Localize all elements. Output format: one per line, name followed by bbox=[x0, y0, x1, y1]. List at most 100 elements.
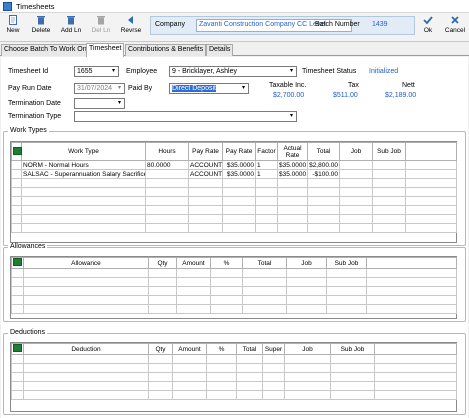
timesheet-status-value: Initialized bbox=[369, 68, 399, 75]
table-row[interactable]: SALSAC - Superannuation Salary Sacrifice… bbox=[11, 169, 457, 179]
ok-button[interactable]: Ok bbox=[418, 14, 438, 41]
excel-icon[interactable] bbox=[13, 146, 22, 155]
trash-icon bbox=[37, 16, 45, 25]
table-row[interactable] bbox=[11, 187, 457, 197]
allowances-title: Allowances bbox=[8, 243, 48, 250]
checkmark-icon bbox=[423, 16, 433, 25]
reverse-arrow-icon bbox=[128, 16, 133, 24]
chevron-down-icon: ▾ bbox=[241, 85, 245, 91]
table-row[interactable] bbox=[11, 205, 457, 215]
col-allowance: Allowance bbox=[23, 257, 149, 269]
title-bar: Timesheets bbox=[0, 0, 469, 13]
tab-contributions-benefits[interactable]: Contributions & Benefits bbox=[125, 44, 207, 56]
trash-add-icon bbox=[67, 16, 75, 25]
table-row[interactable] bbox=[11, 268, 457, 278]
table-row[interactable] bbox=[11, 295, 457, 305]
col-percent: % bbox=[210, 257, 243, 269]
taxable-income-label: Taxable Inc. bbox=[269, 82, 307, 89]
timesheet-status-label: Timesheet Status bbox=[302, 68, 357, 75]
table-row[interactable] bbox=[11, 381, 457, 391]
table-row[interactable] bbox=[11, 363, 457, 373]
table-row[interactable] bbox=[11, 390, 457, 400]
deductions-group: Deductions Deduction Qty Amount % Total … bbox=[3, 329, 466, 415]
paid-by-field[interactable]: Direct Deposit ▾ bbox=[169, 83, 249, 94]
col-amount: Amount bbox=[176, 257, 211, 269]
col-super: Super bbox=[262, 343, 285, 355]
reverse-button[interactable]: Revrse bbox=[118, 14, 144, 41]
batch-number-value: 1439 bbox=[372, 21, 388, 28]
delete-button[interactable]: Delete bbox=[29, 14, 53, 41]
table-row[interactable] bbox=[11, 277, 457, 287]
allowances-group: Allowances Allowance Qty Amount % Total … bbox=[3, 243, 466, 322]
timesheet-id-label: Timesheet Id bbox=[8, 68, 49, 75]
col-actual-rate: Actual Rate bbox=[277, 142, 308, 161]
col-qty: Qty bbox=[148, 257, 177, 269]
table-row[interactable] bbox=[11, 304, 457, 314]
company-label: Company bbox=[155, 21, 185, 28]
excel-icon[interactable] bbox=[13, 258, 22, 266]
pay-run-date-field[interactable]: 31/07/2024 ▾ bbox=[74, 83, 125, 94]
timesheet-id-field[interactable]: 1655 ▾ bbox=[74, 66, 119, 77]
col-total: Total bbox=[307, 142, 340, 161]
col-pay-rate: Pay Rate bbox=[188, 142, 223, 161]
termination-date-field[interactable]: ▾ bbox=[74, 98, 125, 109]
taxable-income-value: $2,700.00 bbox=[273, 92, 305, 99]
col-sub-job: Sub Job bbox=[326, 257, 367, 269]
table-row[interactable] bbox=[11, 354, 457, 364]
col-pay-rate-amount: Pay Rate bbox=[222, 142, 256, 161]
add-line-button[interactable]: Add Ln bbox=[58, 14, 84, 41]
work-types-grid[interactable]: Work Type Hours Pay Rate Pay Rate Factor… bbox=[10, 141, 457, 243]
col-sub-job: Sub Job bbox=[330, 343, 375, 355]
termination-date-label: Termination Date bbox=[8, 100, 61, 107]
employee-label: Employee bbox=[126, 68, 158, 75]
deductions-title: Deductions bbox=[8, 329, 48, 336]
deductions-grid[interactable]: Deduction Qty Amount % Total Super Job S… bbox=[10, 342, 457, 412]
col-total: Total bbox=[236, 343, 263, 355]
cancel-button[interactable]: Cancel bbox=[443, 14, 467, 41]
termination-type-field[interactable]: ▾ bbox=[74, 111, 297, 122]
table-row[interactable] bbox=[11, 223, 457, 233]
col-deduction: Deduction bbox=[23, 343, 149, 355]
col-amount: Amount bbox=[172, 343, 207, 355]
col-job: Job bbox=[284, 343, 331, 355]
tax-value: $511.00 bbox=[333, 92, 358, 99]
work-types-group: Work Types Work Type Hours Pay Rate Pay … bbox=[3, 127, 466, 246]
col-hours: Hours bbox=[145, 142, 189, 161]
paid-by-label: Paid By bbox=[128, 85, 153, 92]
allowances-grid[interactable]: Allowance Qty Amount % Total Job Sub Job bbox=[10, 256, 457, 319]
window-title: Timesheets bbox=[16, 2, 55, 11]
table-row[interactable] bbox=[11, 372, 457, 382]
table-row[interactable] bbox=[11, 196, 457, 206]
chevron-down-icon: ▾ bbox=[289, 68, 293, 74]
termination-type-label: Termination Type bbox=[8, 113, 62, 120]
x-icon bbox=[451, 16, 459, 24]
table-row[interactable]: NORM - Normal Hours 80.0000 ACCOUNT $35.… bbox=[11, 160, 457, 170]
chevron-down-icon: ▾ bbox=[117, 100, 121, 106]
table-row[interactable] bbox=[11, 178, 457, 188]
col-percent: % bbox=[206, 343, 237, 355]
col-total: Total bbox=[242, 257, 287, 269]
tab-strip: Choose Batch To Work On Timesheet Contri… bbox=[0, 42, 469, 57]
delete-line-button[interactable]: Del Ln bbox=[89, 14, 113, 41]
tab-timesheet[interactable]: Timesheet bbox=[86, 43, 125, 57]
trash-disabled-icon bbox=[97, 16, 105, 25]
tab-details[interactable]: Details bbox=[206, 44, 234, 56]
col-factor: Factor bbox=[255, 142, 278, 161]
new-button[interactable]: New bbox=[4, 14, 22, 41]
col-qty: Qty bbox=[148, 343, 173, 355]
tab-choose-batch[interactable]: Choose Batch To Work On bbox=[1, 44, 90, 56]
excel-icon[interactable] bbox=[13, 344, 22, 352]
col-sub-job: Sub Job bbox=[372, 142, 406, 161]
table-row[interactable] bbox=[11, 214, 457, 224]
nett-label: Nett bbox=[402, 82, 415, 89]
pay-run-date-label: Pay Run Date bbox=[8, 85, 52, 92]
col-job: Job bbox=[339, 142, 373, 161]
calendar-dropdown-icon: ▾ bbox=[117, 85, 121, 91]
chevron-down-icon: ▾ bbox=[111, 68, 115, 74]
employee-field[interactable]: 9 - Bricklayer, Ashley ▾ bbox=[169, 66, 297, 77]
table-row[interactable] bbox=[11, 286, 457, 296]
batch-number-label: Batch Number bbox=[315, 21, 360, 28]
nett-value: $2,189.00 bbox=[385, 92, 417, 99]
work-types-title: Work Types bbox=[8, 127, 49, 134]
company-batch-header: Company Zavanti Construction Company CC … bbox=[150, 16, 415, 35]
